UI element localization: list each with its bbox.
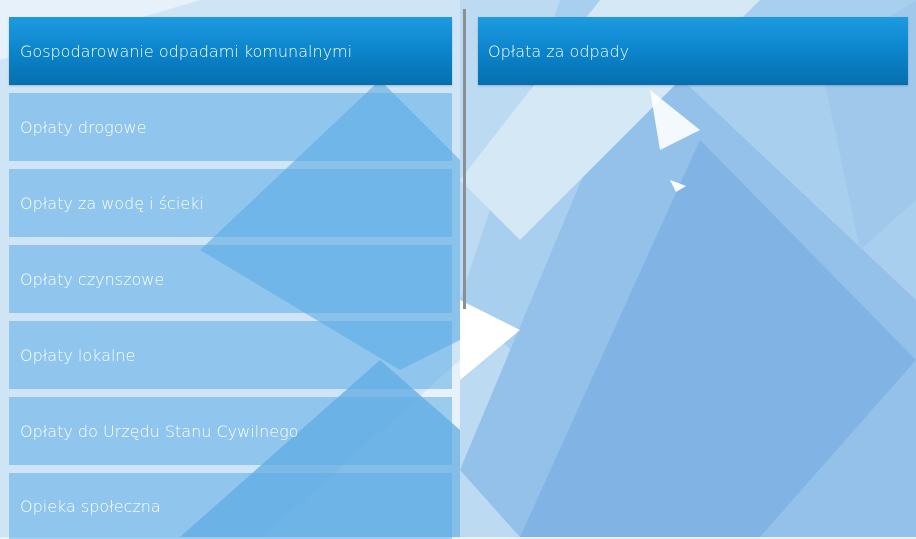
category-label: Opłaty do Urzędu Stanu Cywilnego — [20, 421, 299, 441]
category-label: Opłaty za wodę i ścieki — [20, 193, 204, 213]
subcategory-list: Opłata za odpady — [478, 17, 908, 85]
category-waste-management-button[interactable]: Gospodarowanie odpadami komunalnymi — [9, 17, 452, 85]
category-local-fees-button[interactable]: Opłaty lokalne — [9, 321, 452, 389]
column-divider — [463, 9, 466, 309]
category-civil-registry-button[interactable]: Opłaty do Urzędu Stanu Cywilnego — [9, 397, 452, 465]
category-label: Opłaty czynszowe — [20, 269, 165, 289]
category-road-fees-button[interactable]: Opłaty drogowe — [9, 93, 452, 161]
category-rent-fees-button[interactable]: Opłaty czynszowe — [9, 245, 452, 313]
category-label: Gospodarowanie odpadami komunalnymi — [20, 41, 353, 61]
category-water-sewage-button[interactable]: Opłaty za wodę i ścieki — [9, 169, 452, 237]
category-list: Gospodarowanie odpadami komunalnymi Opła… — [9, 17, 452, 539]
category-social-care-button[interactable]: Opieka społeczna — [9, 473, 452, 539]
category-label: Opłaty drogowe — [20, 117, 147, 137]
category-label: Opieka społeczna — [20, 496, 161, 516]
category-label: Opłaty lokalne — [20, 345, 136, 365]
subcategory-label: Opłata za odpady — [488, 41, 630, 61]
subcategory-waste-fee-button[interactable]: Opłata za odpady — [478, 17, 908, 85]
